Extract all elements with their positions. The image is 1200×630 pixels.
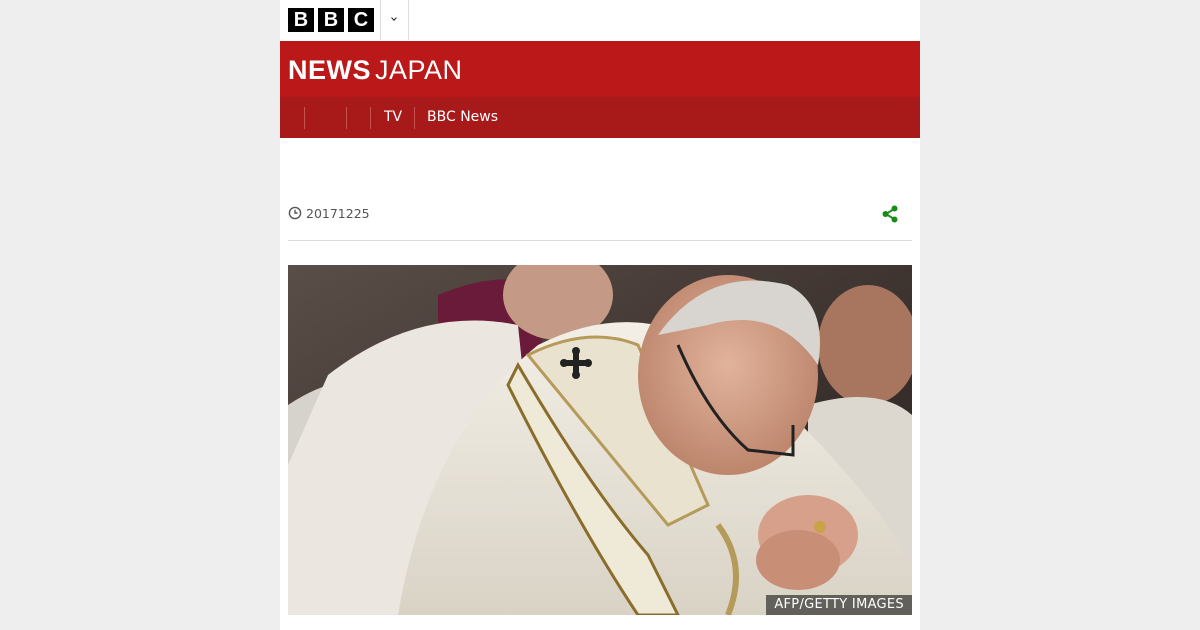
nav-separator [370,107,371,129]
article-meta: 20171225 [288,200,912,228]
nav-separator [304,107,305,129]
photo-illustration [288,265,912,615]
nav-separator [346,107,347,129]
divider [288,240,912,241]
nav-item-bbc-news[interactable]: BBC News [427,97,498,138]
top-bar: B B C [280,0,920,40]
article-image: AFP/GETTY IMAGES [288,265,912,615]
masthead: NEWS JAPAN [280,41,920,97]
title-japan: JAPAN [375,55,463,85]
share-icon[interactable] [880,204,900,224]
chevron-down-icon [391,15,397,21]
nav-bar: TV BBC News [280,97,920,138]
menu-toggle-button[interactable] [381,0,408,40]
nav-separator [414,107,415,129]
nav-item-tv[interactable]: TV [384,97,402,138]
page: B B C NEWS JAPAN TV BBC News 20171225 AF… [280,0,920,630]
title-news: NEWS [288,55,371,85]
article-date: 20171225 [306,206,370,221]
bbc-logo[interactable]: B B C [288,8,374,32]
clock-icon [288,206,302,220]
bbc-logo-letter: B [318,8,344,32]
news-japan-title[interactable]: NEWS JAPAN [288,55,463,85]
image-credit: AFP/GETTY IMAGES [766,595,912,615]
bbc-logo-letter: C [348,8,374,32]
divider [408,0,409,40]
bbc-logo-letter: B [288,8,314,32]
